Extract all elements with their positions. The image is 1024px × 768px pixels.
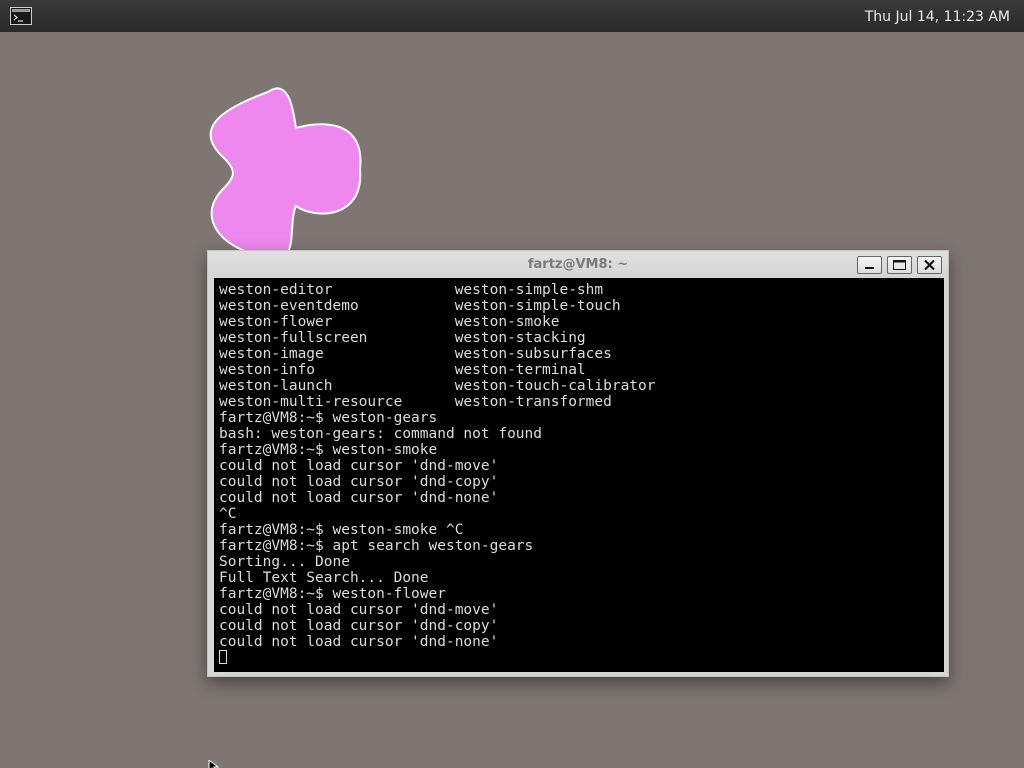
top-panel: Thu Jul 14, 11:23 AM xyxy=(0,0,1024,32)
terminal-line: weston-multi-resource weston-transformed xyxy=(219,394,612,410)
terminal-line: fartz@VM8:~$ weston-gears xyxy=(219,410,438,426)
terminal-line: weston-info weston-terminal xyxy=(219,362,586,378)
panel-clock: Thu Jul 14, 11:23 AM xyxy=(864,9,1010,25)
terminal-line: Full Text Search... Done xyxy=(219,570,429,586)
close-button[interactable] xyxy=(917,256,942,274)
terminal-line: could not load cursor 'dnd-copy' xyxy=(219,618,499,634)
window-title: fartz@VM8: ~ xyxy=(527,257,629,272)
terminal-line: bash: weston-gears: command not found xyxy=(219,426,543,442)
terminal-line: weston-fullscreen weston-stacking xyxy=(219,330,586,346)
terminal-line: fartz@VM8:~$ weston-smoke xyxy=(219,442,438,458)
maximize-icon xyxy=(893,260,906,270)
terminal-output[interactable]: weston-editor weston-simple-shm weston-e… xyxy=(214,278,944,672)
terminal-line: could not load cursor 'dnd-none' xyxy=(219,634,499,650)
terminal-launcher-icon[interactable] xyxy=(10,7,32,25)
terminal-line: fartz@VM8:~$ apt search weston-gears xyxy=(219,538,534,554)
terminal-line: ^C xyxy=(219,506,237,522)
terminal-cursor xyxy=(219,650,227,664)
terminal-line: weston-flower weston-smoke xyxy=(219,314,560,330)
close-icon xyxy=(924,259,935,271)
window-titlebar[interactable]: fartz@VM8: ~ xyxy=(208,251,948,278)
terminal-window[interactable]: fartz@VM8: ~ weston-editor weston-simple… xyxy=(207,250,949,677)
terminal-line: fartz@VM8:~$ weston-flower xyxy=(219,586,446,602)
terminal-line: weston-eventdemo weston-simple-touch xyxy=(219,298,621,314)
terminal-line: could not load cursor 'dnd-move' xyxy=(219,602,499,618)
terminal-line: weston-editor weston-simple-shm xyxy=(219,282,604,298)
maximize-button[interactable] xyxy=(887,256,912,274)
terminal-text: weston-editor weston-simple-shm weston-e… xyxy=(219,282,656,650)
terminal-line: could not load cursor 'dnd-none' xyxy=(219,490,499,506)
terminal-line: Sorting... Done xyxy=(219,554,350,570)
minimize-button[interactable] xyxy=(857,256,882,274)
terminal-line: weston-launch weston-touch-calibrator xyxy=(219,378,656,394)
mouse-pointer-icon xyxy=(208,758,220,768)
terminal-line: fartz@VM8:~$ weston-smoke ^C xyxy=(219,522,464,538)
minimize-icon xyxy=(865,267,874,269)
terminal-line: could not load cursor 'dnd-copy' xyxy=(219,474,499,490)
terminal-line: weston-image weston-subsurfaces xyxy=(219,346,612,362)
weston-flower-window[interactable] xyxy=(196,78,372,268)
terminal-line: could not load cursor 'dnd-move' xyxy=(219,458,499,474)
